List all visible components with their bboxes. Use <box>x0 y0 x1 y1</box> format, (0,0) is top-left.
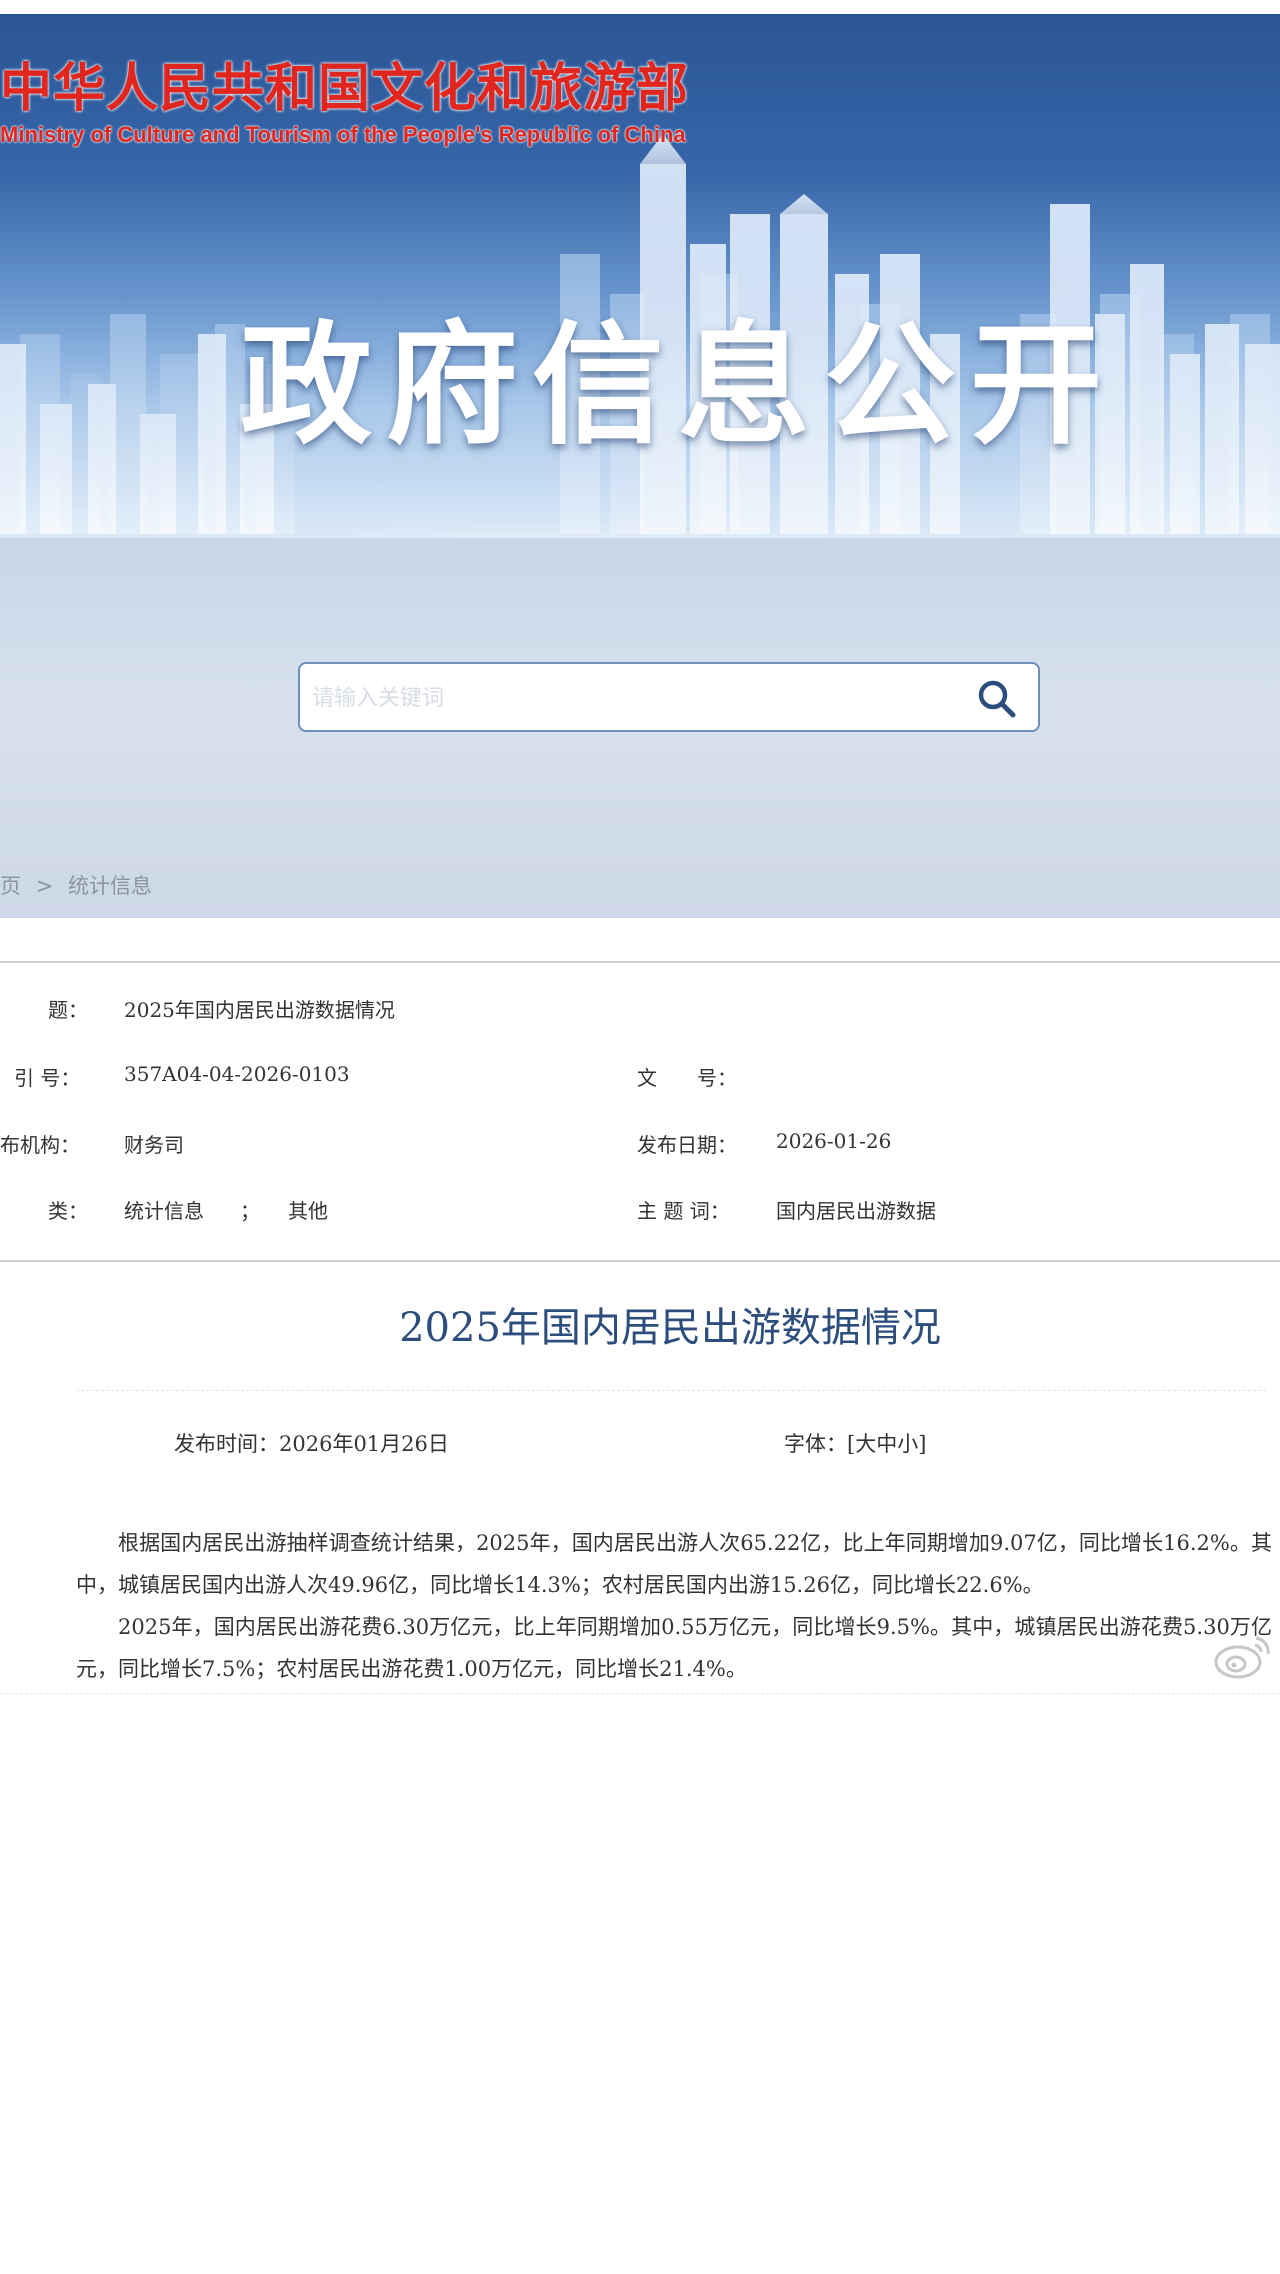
index-value: 357A04-04-2026-0103 <box>124 1062 350 1086</box>
publish-time: 发布时间：2026年01月26日 <box>174 1432 449 1456</box>
breadcrumb: 页 > 统计信息 <box>0 870 160 900</box>
org-value: 财务司 <box>124 1133 184 1157</box>
subject-value: 国内居民出游数据 <box>776 1199 936 1223</box>
info-row-title: 题： 2025年国内居民出游数据情况 <box>0 994 1280 1024</box>
category-label: 类： <box>48 1199 88 1223</box>
document-info-table: 题： 2025年国内居民出游数据情况 引 号： 357A04-04-2026-0… <box>0 918 1280 1263</box>
date-value: 2026-01-26 <box>776 1129 892 1153</box>
article-bottom-divider <box>0 1693 1280 1694</box>
category-value-1[interactable]: 统计信息 <box>124 1195 204 1224</box>
top-strip <box>0 0 1280 14</box>
search-section: 页 > 统计信息 <box>0 538 1280 918</box>
weibo-icon <box>1214 1636 1270 1679</box>
font-large-button[interactable]: 大 <box>855 1432 876 1456</box>
date-label: 发布日期： <box>637 1133 737 1157</box>
info-bottom-divider <box>0 1260 1280 1262</box>
title-label: 题： <box>48 998 88 1022</box>
banner-title: 政府信息公开 <box>240 309 1116 463</box>
search-box <box>298 662 1040 732</box>
logo-chinese[interactable]: 中华人民共和国文化和旅游部 <box>0 46 689 121</box>
title-value: 2025年国内居民出游数据情况 <box>124 998 395 1022</box>
info-row-index: 引 号： 357A04-04-2026-0103 文 号： <box>0 1062 1280 1092</box>
doc-number-label: 文 号： <box>637 1066 737 1090</box>
font-size-label: 字体： <box>784 1432 847 1456</box>
breadcrumb-separator: > <box>35 874 54 898</box>
font-bracket-close: ] <box>918 1432 927 1456</box>
font-bracket-open: [ <box>847 1432 856 1456</box>
search-input[interactable] <box>310 672 954 724</box>
breadcrumb-home[interactable]: 页 <box>0 874 21 898</box>
font-small-button[interactable]: 小 <box>897 1432 918 1456</box>
search-button[interactable] <box>974 676 1020 722</box>
article-paragraph: 2025年，国内居民出游花费6.30万亿元，比上年同期增加0.55万亿元，同比增… <box>76 1615 1272 1681</box>
font-medium-button[interactable]: 中 <box>876 1432 897 1456</box>
info-top-divider <box>0 961 1280 963</box>
info-row-category: 类： 统计信息 ； 其他 主 题 词： 国内居民出游数据 <box>0 1195 1280 1225</box>
article-title: 2025年国内居民出游数据情况 <box>399 1305 941 1351</box>
logo-english[interactable]: Ministry of Culture and Tourism of the P… <box>0 122 686 148</box>
category-separator: ； <box>240 1199 260 1223</box>
article-body: 根据国内居民出游抽样调查统计结果，2025年，国内居民出游人次65.22亿，比上… <box>76 1522 1272 1690</box>
article-paragraph: 根据国内居民出游抽样调查统计结果，2025年，国内居民出游人次65.22亿，比上… <box>76 1531 1272 1597</box>
search-icon <box>978 680 1016 718</box>
index-label: 引 号： <box>14 1066 81 1090</box>
title-divider <box>76 1390 1266 1391</box>
breadcrumb-current[interactable]: 统计信息 <box>68 874 152 898</box>
subject-label: 主 题 词： <box>637 1199 730 1223</box>
header-banner: 中华人民共和国文化和旅游部 Ministry of Culture and To… <box>0 14 1280 538</box>
category-value-2[interactable]: 其他 <box>288 1195 328 1224</box>
org-label: 布机构： <box>0 1133 80 1157</box>
info-row-org: 布机构： 财务司 发布日期： 2026-01-26 <box>0 1129 1280 1159</box>
font-size-selector: 字体：[大中小] <box>784 1428 926 1458</box>
